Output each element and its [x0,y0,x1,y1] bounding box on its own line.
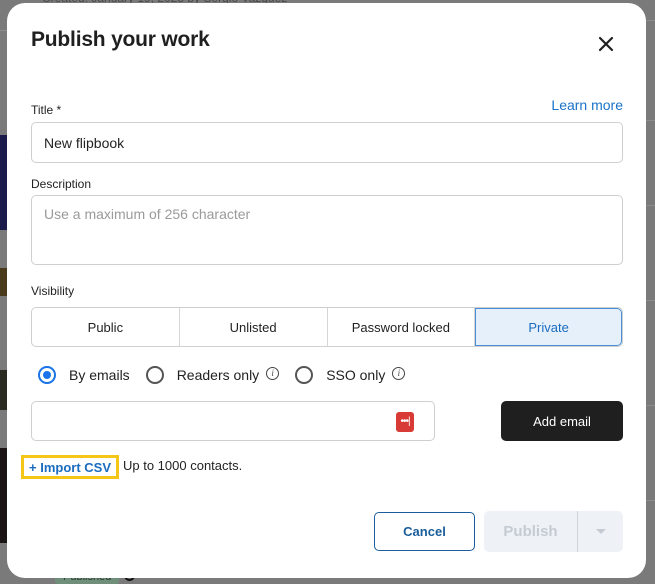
publish-button[interactable]: Publish [484,511,578,552]
publish-split-button: Publish [484,511,623,552]
background-thumbnail [0,268,7,296]
visibility-option-private[interactable]: Private [475,308,622,346]
close-icon [598,36,614,52]
visibility-option-public[interactable]: Public [32,308,180,346]
radio-label: By emails [69,367,130,383]
visibility-label: Visibility [31,284,75,298]
radio-button[interactable] [295,366,314,384]
visibility-option-unlisted[interactable]: Unlisted [179,308,328,346]
publish-dialog: Publish your work Title * Learn more Des… [7,3,646,578]
radio-by-emails[interactable]: By emails [38,366,130,384]
email-input[interactable] [31,401,435,441]
cancel-button[interactable]: Cancel [374,512,475,551]
learn-more-link[interactable]: Learn more [551,97,623,113]
background-divider [646,120,655,121]
password-manager-icon[interactable]: •••| [396,412,414,432]
dialog-title: Publish your work [31,28,210,51]
visibility-option-password-locked[interactable]: Password locked [327,308,476,346]
info-icon[interactable]: i [266,366,280,380]
visibility-selector: Public Unlisted Password locked Private [31,307,623,347]
background-divider [0,30,7,31]
background-divider [646,300,655,301]
radio-sso-only[interactable]: SSO only i [295,366,406,384]
background-thumbnail [0,448,7,543]
background-thumbnail [0,370,7,410]
background-divider [646,500,655,501]
radio-readers-only[interactable]: Readers only i [145,366,280,384]
background-divider [646,205,655,206]
description-input[interactable] [31,195,623,265]
radio-button-checked[interactable] [38,366,56,384]
radio-label: SSO only [326,367,386,383]
access-radio-group: By emails Readers only i SSO only i [38,363,421,387]
title-input[interactable] [31,122,623,163]
add-email-button[interactable]: Add email [501,401,623,441]
info-icon[interactable]: i [392,366,406,380]
background-divider [646,405,655,406]
background-divider [646,20,655,21]
import-note: Up to 1000 contacts. [123,458,243,473]
caret-down-icon[interactable] [578,511,623,552]
description-label: Description [31,177,92,191]
radio-label: Readers only [176,367,260,383]
radio-button[interactable] [145,366,164,384]
background-thumbnail [0,135,7,230]
import-csv-button[interactable]: + Import CSV [21,455,119,479]
close-button[interactable] [595,33,617,55]
title-label: Title * [31,103,62,117]
